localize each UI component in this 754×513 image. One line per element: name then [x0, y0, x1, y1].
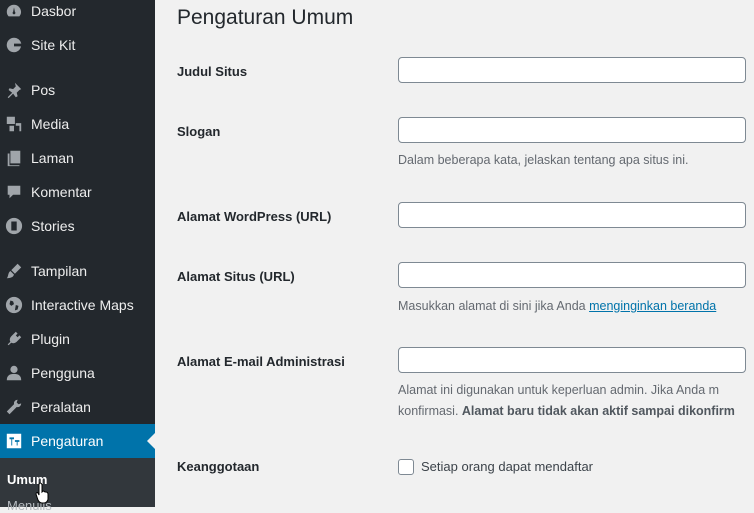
field-label-admin-email: Alamat E-mail Administrasi — [177, 354, 345, 369]
sidebar-item-label: Peralatan — [31, 399, 91, 415]
sidebar-item-label: Pengguna — [31, 365, 95, 381]
site-url-input[interactable] — [398, 262, 746, 288]
sidebar-item-dasbor[interactable]: Dasbor — [0, 0, 155, 28]
sidebar-item-stories[interactable]: Stories — [0, 209, 155, 243]
admin-email-input[interactable] — [398, 347, 746, 373]
page-title: Pengaturan Umum — [177, 6, 354, 29]
site-title-input[interactable] — [398, 57, 746, 83]
sidebar-item-label: Laman — [31, 150, 74, 166]
field-label-membership: Keanggotaan — [177, 459, 260, 474]
tagline-description: Dalam beberapa kata, jelaskan tentang ap… — [398, 153, 689, 167]
settings-icon — [4, 431, 24, 451]
sidebar-item-label: Tampilan — [31, 263, 88, 279]
sidebar-item-pengguna[interactable]: Pengguna — [0, 356, 155, 390]
admin-email-description-bold: Alamat baru tidak akan aktif sampai diko… — [461, 404, 735, 418]
wrench-icon — [4, 397, 24, 417]
sidebar-item-tampilan[interactable]: Tampilan — [0, 254, 155, 288]
sidebar-item-site-kit[interactable]: Site Kit — [0, 28, 155, 62]
admin-email-description-line1: Alamat ini digunakan untuk keperluan adm… — [398, 383, 720, 397]
sidebar-item-label: Pengaturan — [31, 433, 104, 449]
admin-email-description-line2: konfirmasi. Alamat baru tidak akan aktif… — [398, 401, 735, 422]
plugin-icon — [4, 329, 24, 349]
field-label-site-url: Alamat Situs (URL) — [177, 269, 295, 284]
sidebar-item-komentar[interactable]: Komentar — [0, 175, 155, 209]
sidebar-item-label: Plugin — [31, 331, 70, 347]
admin-email-description-text: konfirmasi. — [398, 404, 462, 418]
globe-icon — [4, 295, 24, 315]
membership-checkbox[interactable] — [398, 459, 414, 475]
field-label-site-title: Judul Situs — [177, 64, 248, 79]
settings-submenu: Umum Menulis — [0, 458, 155, 513]
main-content: Pengaturan Umum Judul Situs Slogan Dalam… — [155, 0, 754, 507]
stories-icon — [4, 216, 24, 236]
sidebar-item-pos[interactable]: Pos — [0, 73, 155, 107]
sidebar-item-interactive-maps[interactable]: Interactive Maps — [0, 288, 155, 322]
sidebar-item-label: Interactive Maps — [31, 297, 134, 313]
sidebar-item-label: Media — [31, 116, 70, 132]
paintbrush-icon — [4, 261, 24, 281]
sidebar-item-label: Stories — [31, 218, 75, 234]
comment-icon — [4, 182, 24, 202]
membership-checkbox-label[interactable]: Setiap orang dapat mendaftar — [421, 459, 593, 474]
site-url-description-text: Masukkan alamat di sini jika Anda — [398, 299, 590, 313]
sidebar-item-media[interactable]: Media — [0, 107, 155, 141]
sidebar-item-laman[interactable]: Laman — [0, 141, 155, 175]
sidebar-item-label: Pos — [31, 82, 56, 98]
sidebar-item-label: Dasbor — [31, 3, 77, 19]
homepage-link[interactable]: menginginkan beranda — [589, 299, 716, 313]
field-label-wordpress-url: Alamat WordPress (URL) — [177, 209, 332, 224]
media-icon — [4, 114, 24, 134]
dashboard-icon — [4, 1, 24, 21]
field-label-tagline: Slogan — [177, 124, 221, 139]
pushpin-icon — [4, 80, 24, 100]
google-g-icon — [4, 35, 24, 55]
wordpress-url-input[interactable] — [398, 202, 746, 228]
pages-icon — [4, 148, 24, 168]
sidebar-item-pengaturan[interactable]: Pengaturan — [0, 424, 155, 458]
sidebar-item-peralatan[interactable]: Peralatan — [0, 390, 155, 424]
sidebar-item-label: Komentar — [31, 184, 92, 200]
sidebar-item-plugin[interactable]: Plugin — [0, 322, 155, 356]
hand-cursor-icon — [35, 482, 49, 504]
admin-sidebar: Dasbor Site Kit Pos Media Laman Komentar… — [0, 0, 155, 513]
user-icon — [4, 363, 24, 383]
tagline-input[interactable] — [398, 117, 746, 143]
sidebar-item-label: Site Kit — [31, 37, 76, 53]
site-url-description: Masukkan alamat di sini jika Anda mengin… — [398, 296, 716, 317]
